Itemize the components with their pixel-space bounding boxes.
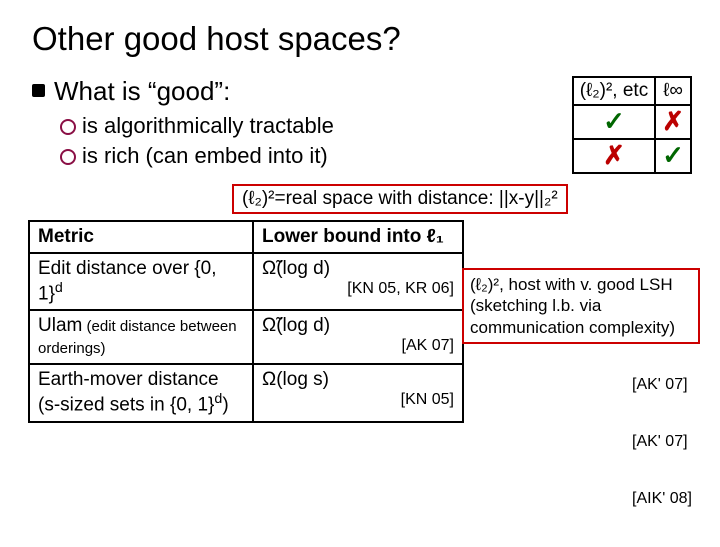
citation: [AK 07] <box>262 337 454 355</box>
criteria-grid: (ℓ₂)², etc ℓ∞ ✓ ✗ ✗ ✓ <box>572 76 692 174</box>
cross-icon: ✗ <box>603 140 625 170</box>
grid-header-1: (ℓ₂)², etc <box>573 77 655 105</box>
table-row: Ulam (edit distance between orderings) Ω… <box>29 310 463 364</box>
slide-title: Other good host spaces? <box>32 20 692 58</box>
citation: [KN 05, KR 06] <box>262 280 454 298</box>
results-table: Metric Lower bound into ℓ₁ Edit distance… <box>28 220 464 423</box>
citation: [KN 05] <box>262 391 454 409</box>
check-icon: ✓ <box>662 140 684 170</box>
cross-icon: ✗ <box>662 106 684 136</box>
table-row: Edit distance over {0, 1}d Ω̃(log d) [KN… <box>29 253 463 310</box>
bullet-sub-1: is algorithmically tractable <box>32 113 572 139</box>
bullet-sub-2: is rich (can embed into it) <box>32 143 572 169</box>
side-citation: [AK' 07] <box>632 375 692 394</box>
side-citation: [AK' 07] <box>632 432 692 451</box>
table-header-metric: Metric <box>29 221 253 253</box>
check-icon: ✓ <box>603 106 625 136</box>
side-citation: [AIK' 08] <box>632 489 692 508</box>
table-row: Earth-mover distance (s-sized sets in {0… <box>29 364 463 421</box>
table-header-bound: Lower bound into ℓ₁ <box>253 221 463 253</box>
side-note-box: (ℓ₂)², host with v. good LSH (sketching … <box>462 268 700 344</box>
grid-header-2: ℓ∞ <box>655 77 691 105</box>
side-citations: [AK' 07] [AK' 07] [AIK' 08] <box>632 375 692 547</box>
definition-box: (ℓ₂)²=real space with distance: ||x-y||₂… <box>232 184 568 214</box>
bullet-main: What is “good”: <box>32 76 572 107</box>
